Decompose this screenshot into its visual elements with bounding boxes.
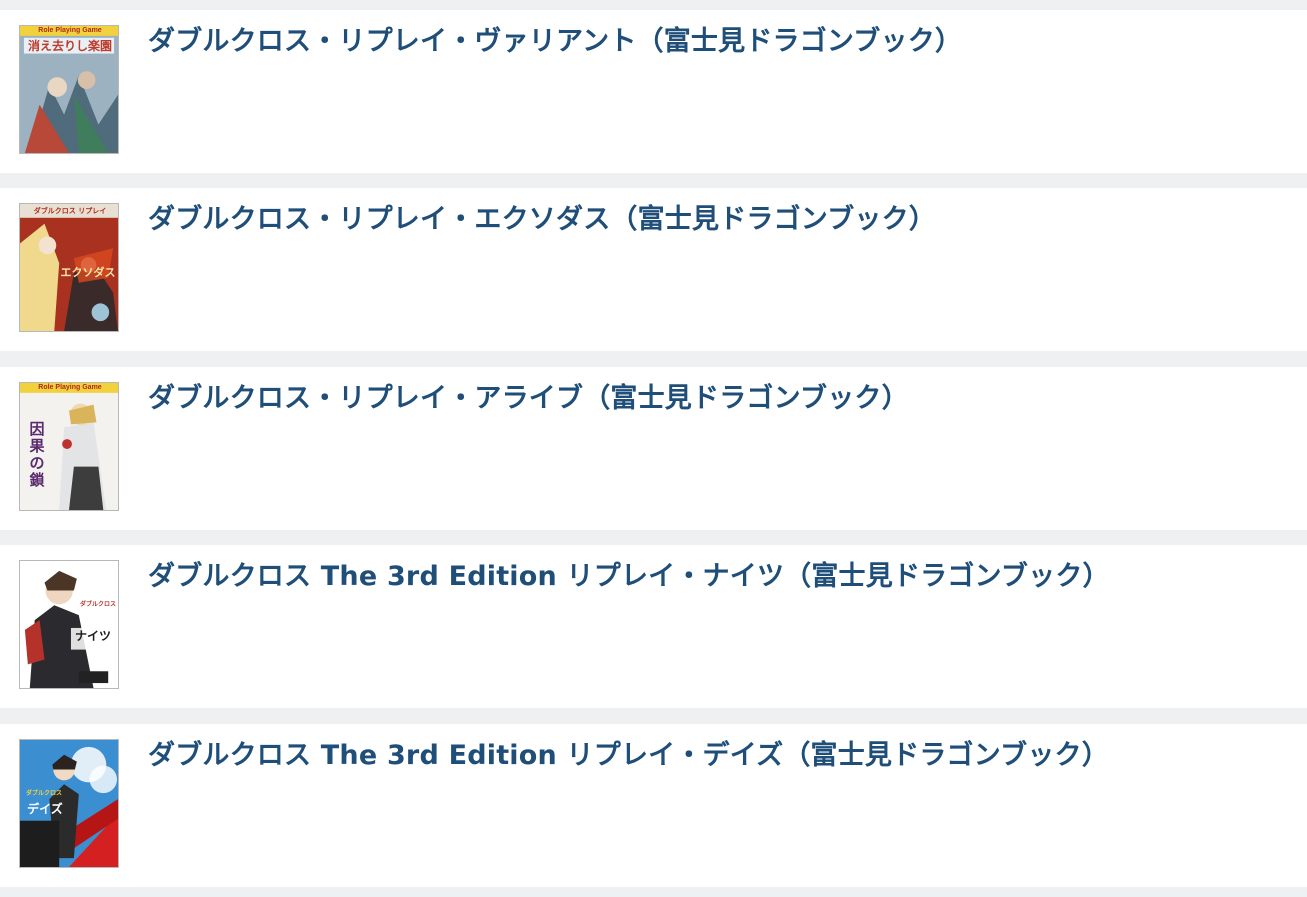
list-item: Role Playing Game 因果の鎖 ダブルクロス・リプレイ・アライブ（… xyxy=(0,367,1307,530)
book-cover-image[interactable]: ダブルクロス デイズ xyxy=(19,739,119,868)
book-cover-image[interactable]: ダブルクロス ナイツ xyxy=(19,560,119,689)
cover-title-text: ナイツ xyxy=(74,629,111,643)
list-item: Role Playing Game 消え去りし楽園 ダブルクロス・リプレイ・ヴァ… xyxy=(0,10,1307,173)
book-title-link[interactable]: ダブルクロス The 3rd Edition リプレイ・ナイツ（富士見ドラゴンブ… xyxy=(148,561,1110,593)
cover-title-text: 消え去りし楽園 xyxy=(27,39,112,53)
cover-banner-text: Role Playing Game xyxy=(38,27,102,34)
book-title-link[interactable]: ダブルクロス・リプレイ・エクソダス（富士見ドラゴンブック） xyxy=(148,204,936,236)
cover-title-text: エクソダス xyxy=(60,266,116,279)
book-cover-image[interactable]: Role Playing Game 因果の鎖 xyxy=(19,382,119,511)
cover-title-text: デイズ xyxy=(27,802,63,816)
book-title-link[interactable]: ダブルクロス・リプレイ・ヴァリアント（富士見ドラゴンブック） xyxy=(148,26,962,58)
cover-banner-text: ダブルクロス xyxy=(25,790,62,797)
cover-banner-text: ダブルクロス xyxy=(79,601,116,608)
book-title-link[interactable]: ダブルクロス・リプレイ・アライブ（富士見ドラゴンブック） xyxy=(148,383,909,415)
book-title-link[interactable]: ダブルクロス The 3rd Edition リプレイ・デイズ（富士見ドラゴンブ… xyxy=(148,740,1109,772)
cover-title-text: 因果の鎖 xyxy=(29,420,45,489)
cover-banner-text: ダブルクロス リプレイ xyxy=(33,207,107,215)
cover-banner-text: Role Playing Game xyxy=(38,384,102,391)
list-item: ダブルクロス リプレイ エクソダス ダブルクロス・リプレイ・エクソダス（富士見ド… xyxy=(0,188,1307,351)
book-cover-image[interactable]: Role Playing Game 消え去りし楽園 xyxy=(19,25,119,154)
cover-art xyxy=(20,561,118,688)
list-item: ダブルクロス デイズ ダブルクロス The 3rd Edition リプレイ・デ… xyxy=(0,724,1307,887)
list-item: ダブルクロス ナイツ ダブルクロス The 3rd Edition リプレイ・ナ… xyxy=(0,545,1307,708)
book-cover-image[interactable]: ダブルクロス リプレイ エクソダス xyxy=(19,203,119,332)
